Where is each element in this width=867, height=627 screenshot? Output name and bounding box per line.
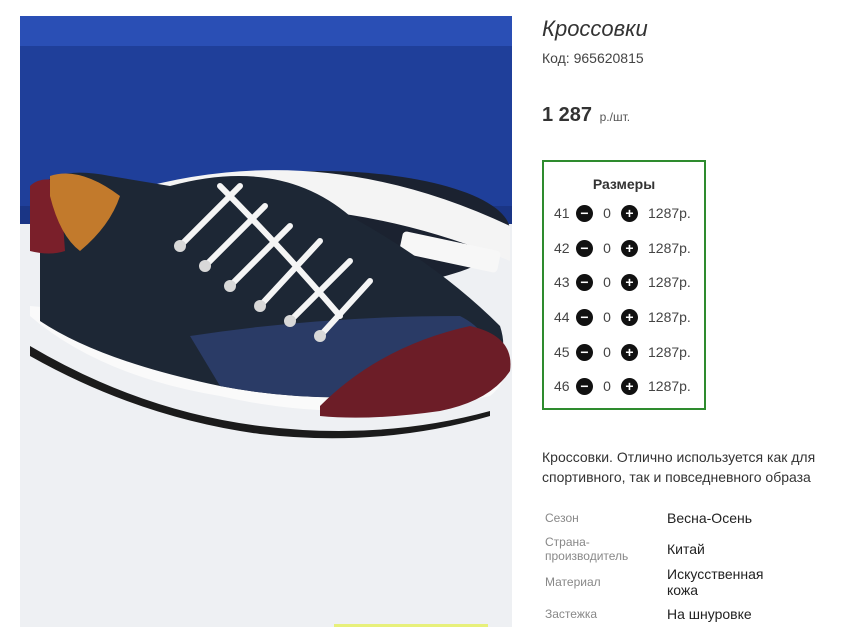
product-price: 1 287 р./шт. xyxy=(542,104,630,127)
description-line: Кроссовки. Отлично используется как для xyxy=(542,449,816,465)
plus-icon[interactable]: + xyxy=(621,239,638,257)
property-key: Страна-производитель xyxy=(545,535,629,563)
size-quantity[interactable]: 0 xyxy=(593,205,621,221)
property-key: Сезон xyxy=(545,511,579,525)
size-row: 41 − 0 + 1287р. xyxy=(554,203,702,223)
size-price: 1287р. xyxy=(648,378,691,394)
property-value: Китай xyxy=(667,541,705,557)
sizes-title: Размеры xyxy=(592,176,656,192)
size-label: 45 xyxy=(554,344,570,360)
size-label: 46 xyxy=(554,378,570,394)
size-row: 43 − 0 + 1287р. xyxy=(554,272,702,292)
size-label: 42 xyxy=(554,240,570,256)
product-description: Кроссовки. Отлично используется как для … xyxy=(542,447,842,487)
size-price: 1287р. xyxy=(648,274,691,290)
plus-icon[interactable]: + xyxy=(621,377,638,395)
description-line: спортивного, так и повседневного образа xyxy=(542,469,811,485)
minus-icon[interactable]: − xyxy=(576,308,593,326)
plus-icon[interactable]: + xyxy=(621,343,638,361)
minus-icon[interactable]: − xyxy=(576,204,593,222)
property-row: Сезон Весна-Осень xyxy=(545,508,845,528)
size-price: 1287р. xyxy=(648,240,691,256)
product-code: Код: 965620815 xyxy=(542,50,644,66)
property-row: Застежка На шнуровке xyxy=(545,604,845,624)
shoe-illustration xyxy=(20,16,512,627)
size-quantity[interactable]: 0 xyxy=(593,344,621,360)
plus-icon[interactable]: + xyxy=(621,308,638,326)
property-row: Материал Искусственная кожа xyxy=(545,566,845,598)
property-row: Страна-производитель Китай xyxy=(545,534,845,564)
minus-icon[interactable]: − xyxy=(576,377,593,395)
size-quantity[interactable]: 0 xyxy=(593,240,621,256)
property-value: Весна-Осень xyxy=(667,510,753,526)
property-value: Искусственная кожа xyxy=(667,566,764,598)
size-row: 45 − 0 + 1287р. xyxy=(554,342,702,362)
size-price: 1287р. xyxy=(648,344,691,360)
size-quantity[interactable]: 0 xyxy=(593,274,621,290)
size-row: 42 − 0 + 1287р. xyxy=(554,238,702,258)
size-label: 43 xyxy=(554,274,570,290)
plus-icon[interactable]: + xyxy=(621,273,638,291)
minus-icon[interactable]: − xyxy=(576,239,593,257)
product-title: Кроссовки xyxy=(542,16,648,41)
size-quantity[interactable]: 0 xyxy=(593,378,621,394)
price-unit: р./шт. xyxy=(599,110,631,124)
price-value: 1 287 xyxy=(542,104,593,126)
minus-icon[interactable]: − xyxy=(576,273,593,291)
plus-icon[interactable]: + xyxy=(621,204,638,222)
property-key: Застежка xyxy=(545,607,598,621)
size-price: 1287р. xyxy=(648,309,691,325)
size-row: 44 − 0 + 1287р. xyxy=(554,307,702,327)
size-label: 41 xyxy=(554,205,570,221)
size-price: 1287р. xyxy=(648,205,691,221)
product-photo xyxy=(20,16,512,627)
size-row: 46 − 0 + 1287р. xyxy=(554,376,702,396)
minus-icon[interactable]: − xyxy=(576,343,593,361)
sizes-panel: Размеры 41 − 0 + 1287р. 42 − 0 + 1287р. … xyxy=(542,160,706,410)
size-label: 44 xyxy=(554,309,570,325)
property-value: На шнуровке xyxy=(667,606,752,622)
property-key: Материал xyxy=(545,575,601,589)
size-quantity[interactable]: 0 xyxy=(593,309,621,325)
